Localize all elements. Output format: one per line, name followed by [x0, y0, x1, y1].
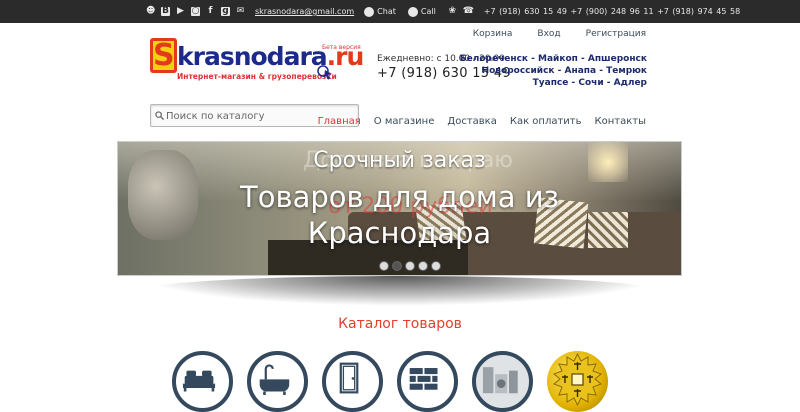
topbar-inner: ☻ B ▶ ○ f g ✉ skrasnodara@gmail.com Chat…	[146, 0, 740, 23]
user-nav: Корзина Вход Регистрация	[448, 29, 646, 39]
cities-line: Белореченск - Майкоп - Апшеронск	[459, 54, 647, 64]
youtube-icon[interactable]: ▶	[176, 7, 185, 16]
vk-icon[interactable]: B	[161, 7, 170, 16]
bathtub-icon	[259, 364, 290, 395]
nav-contacts[interactable]: Контакты	[595, 116, 646, 127]
slider-shadow	[140, 276, 660, 306]
slider-dot[interactable]	[431, 261, 441, 271]
email-link[interactable]: skrasnodara@gmail.com	[255, 7, 354, 16]
nav-home[interactable]: Главная	[318, 116, 361, 127]
slide-heading-1: Срочный заказ	[313, 148, 486, 173]
skype-call-icon	[407, 6, 418, 17]
slider-dot-active[interactable]	[392, 261, 402, 271]
category-fengshui[interactable]	[547, 351, 608, 412]
slider-dot[interactable]	[418, 261, 428, 271]
nav-payment[interactable]: Как оплатить	[510, 116, 582, 127]
cursor-icon	[317, 65, 332, 80]
bed-icon	[182, 370, 216, 392]
whatsapp-icon: ☎	[462, 6, 475, 16]
slide-heading-3: Краснодара	[307, 216, 492, 250]
topbar: ☻ B ▶ ○ f g ✉ skrasnodara@gmail.com Chat…	[0, 0, 800, 23]
category-appliances[interactable]	[472, 351, 533, 412]
door-icon	[339, 362, 359, 394]
googleplus-icon[interactable]: g	[221, 7, 230, 16]
appliances-icon	[482, 367, 518, 394]
cart-link[interactable]: Корзина	[473, 29, 513, 39]
category-building-materials[interactable]	[397, 351, 458, 412]
category-plumbing[interactable]	[247, 351, 308, 412]
cities-line: Новороссийск - Анапа - Темрюк	[481, 66, 647, 76]
odnoklassniki-icon[interactable]: ☻	[146, 7, 155, 16]
category-doors[interactable]	[322, 351, 383, 412]
hero-slider[interactable]: Доставка по краю от 200 рублей Срочный з…	[117, 141, 682, 276]
brick-icon	[409, 368, 438, 390]
search-icon[interactable]	[155, 111, 164, 120]
facebook-icon[interactable]: f	[206, 7, 215, 16]
slider-dot[interactable]	[405, 261, 415, 271]
nav-about[interactable]: О магазине	[374, 116, 435, 127]
site-logo[interactable]: S krasnodara.ru Бета версия Интернет-маг…	[150, 38, 364, 88]
delivery-cities: Белореченск - Майкоп - Апшеронск Новорос…	[460, 53, 647, 89]
cities-line: Туапсе - Сочи - Адлер	[532, 78, 647, 88]
call-link[interactable]: Call	[421, 7, 436, 16]
login-link[interactable]: Вход	[537, 29, 560, 39]
instagram-icon[interactable]: ○	[191, 7, 200, 16]
feng-shui-coin-icon	[553, 352, 602, 407]
viber-icon: ❀	[448, 6, 457, 16]
chat-link[interactable]: Chat	[377, 7, 396, 16]
skype-chat-icon	[364, 6, 375, 17]
logo-word: krasnodara	[177, 42, 328, 71]
logo-s-box: S	[150, 38, 177, 73]
slider-dots	[379, 261, 441, 271]
topbar-phones: +7 (918) 630 15 49 +7 (900) 248 96 11 +7…	[483, 7, 741, 16]
logo-tagline: Интернет-магазин & грузоперевозки	[177, 72, 337, 81]
slide-heading-2: Товаров для дома из	[240, 180, 559, 214]
catalog-categories	[172, 351, 608, 412]
mail-icon: ✉	[236, 6, 245, 16]
register-link[interactable]: Регистрация	[586, 29, 646, 39]
logo-beta-label: Бета версия	[322, 44, 361, 51]
category-furniture[interactable]	[172, 351, 233, 412]
main-nav: Главная О магазине Доставка Как оплатить…	[305, 116, 646, 127]
nav-delivery[interactable]: Доставка	[447, 116, 496, 127]
slider-dot[interactable]	[379, 261, 389, 271]
catalog-title: Каталог товаров	[338, 316, 462, 332]
